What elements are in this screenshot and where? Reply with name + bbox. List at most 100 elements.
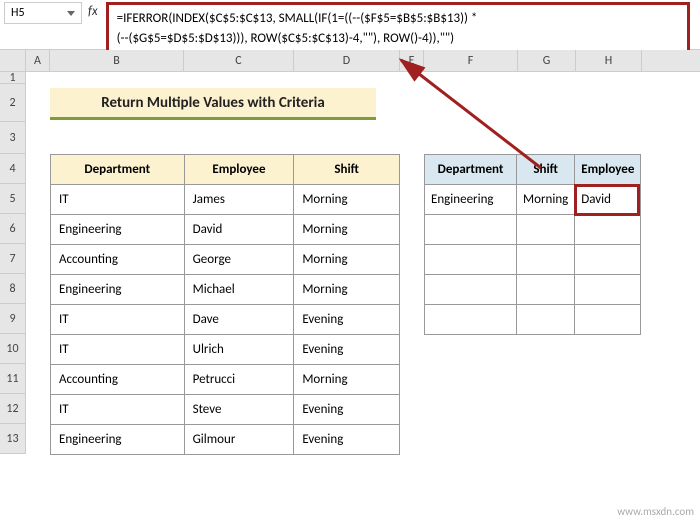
cell[interactable]: Engineering bbox=[51, 215, 185, 245]
table-row[interactable]: EngineeringMorningDavid bbox=[425, 185, 641, 215]
cell[interactable]: IT bbox=[51, 185, 185, 215]
table-row[interactable]: EngineeringGilmourEvening bbox=[51, 425, 400, 455]
cell[interactable] bbox=[425, 305, 517, 335]
table-row[interactable]: ITSteveEvening bbox=[51, 395, 400, 425]
grid-area: 1 2 3 4 5 6 7 8 9 10 11 12 13 Return Mul… bbox=[0, 72, 700, 454]
table-row[interactable]: ITUlrichEvening bbox=[51, 335, 400, 365]
cell[interactable]: Morning bbox=[294, 185, 400, 215]
cell[interactable] bbox=[517, 305, 575, 335]
lookup-table: Department Shift Employee EngineeringMor… bbox=[424, 154, 641, 335]
cell[interactable]: David bbox=[575, 185, 641, 215]
th-lookup-employee: Employee bbox=[575, 155, 641, 185]
cell[interactable]: Evening bbox=[294, 305, 400, 335]
row-header-3[interactable]: 3 bbox=[0, 122, 25, 154]
name-box[interactable]: H5 bbox=[4, 2, 82, 24]
row-header-6[interactable]: 6 bbox=[0, 214, 25, 244]
th-lookup-shift: Shift bbox=[517, 155, 575, 185]
row-header-7[interactable]: 7 bbox=[0, 244, 25, 274]
column-headers: A B C D E F G H bbox=[0, 50, 700, 72]
table-row[interactable] bbox=[425, 215, 641, 245]
table-row[interactable]: AccountingPetrucciMorning bbox=[51, 365, 400, 395]
cell[interactable]: Evening bbox=[294, 335, 400, 365]
table-row[interactable] bbox=[425, 275, 641, 305]
cell[interactable]: IT bbox=[51, 305, 185, 335]
col-header-e[interactable]: E bbox=[400, 50, 424, 71]
cell[interactable]: IT bbox=[51, 395, 185, 425]
cell[interactable]: IT bbox=[51, 335, 185, 365]
cell[interactable]: Evening bbox=[294, 395, 400, 425]
formula-bar[interactable]: =IFERROR(INDEX($C$5:$C$13, SMALL(IF(1=((… bbox=[106, 2, 690, 55]
col-header-d[interactable]: D bbox=[294, 50, 400, 71]
cell[interactable]: David bbox=[184, 215, 294, 245]
formula-text-1: =IFERROR(INDEX($C$5:$C$13, SMALL(IF(1=((… bbox=[117, 9, 679, 29]
formula-text-2: (--($G$5=$D$5:$D$13))), ROW($C$5:$C$13)-… bbox=[117, 29, 679, 49]
col-header-g[interactable]: G bbox=[518, 50, 576, 71]
row-header-10[interactable]: 10 bbox=[0, 334, 25, 364]
table-row[interactable]: EngineeringDavidMorning bbox=[51, 215, 400, 245]
cell[interactable]: Petrucci bbox=[184, 365, 294, 395]
cell[interactable]: Ulrich bbox=[184, 335, 294, 365]
row-header-4[interactable]: 4 bbox=[0, 154, 25, 184]
watermark: www.msxdn.com bbox=[617, 505, 694, 518]
chevron-down-icon[interactable] bbox=[67, 11, 75, 16]
table-row[interactable]: ITJamesMorning bbox=[51, 185, 400, 215]
table-row[interactable] bbox=[425, 245, 641, 275]
col-header-a[interactable]: A bbox=[26, 50, 50, 71]
worksheet: A B C D E F G H 1 2 3 4 5 6 7 8 9 10 11 … bbox=[0, 50, 700, 454]
row-header-2[interactable]: 2 bbox=[0, 84, 25, 122]
cell[interactable]: George bbox=[184, 245, 294, 275]
row-header-9[interactable]: 9 bbox=[0, 304, 25, 334]
cell[interactable]: Morning bbox=[294, 365, 400, 395]
cell[interactable]: Dave bbox=[184, 305, 294, 335]
fx-group: fx =IFERROR(INDEX($C$5:$C$13, SMALL(IF(1… bbox=[86, 0, 700, 57]
th-employee: Employee bbox=[184, 155, 294, 185]
table-row[interactable]: ITDaveEvening bbox=[51, 305, 400, 335]
cell[interactable]: Morning bbox=[294, 275, 400, 305]
th-department: Department bbox=[51, 155, 185, 185]
formula-bar-row: H5 fx =IFERROR(INDEX($C$5:$C$13, SMALL(I… bbox=[0, 0, 700, 50]
cell[interactable]: Engineering bbox=[425, 185, 517, 215]
cell[interactable] bbox=[517, 245, 575, 275]
cell[interactable] bbox=[575, 245, 641, 275]
data-table: Department Employee Shift ITJamesMorning… bbox=[50, 154, 400, 455]
cell[interactable] bbox=[425, 215, 517, 245]
col-header-c[interactable]: C bbox=[184, 50, 294, 71]
cell[interactable]: Accounting bbox=[51, 245, 185, 275]
cell[interactable]: James bbox=[184, 185, 294, 215]
cell[interactable] bbox=[517, 275, 575, 305]
cell[interactable]: Engineering bbox=[51, 275, 185, 305]
table-row[interactable]: EngineeringMichaelMorning bbox=[51, 275, 400, 305]
table-row[interactable] bbox=[425, 305, 641, 335]
cell[interactable] bbox=[425, 245, 517, 275]
col-header-h[interactable]: H bbox=[576, 50, 642, 71]
name-box-value: H5 bbox=[11, 6, 25, 20]
cell[interactable]: Steve bbox=[184, 395, 294, 425]
cell[interactable] bbox=[575, 275, 641, 305]
cell[interactable] bbox=[575, 305, 641, 335]
cell[interactable] bbox=[517, 215, 575, 245]
col-header-f[interactable]: F bbox=[424, 50, 518, 71]
row-header-12[interactable]: 12 bbox=[0, 394, 25, 424]
cell[interactable] bbox=[425, 275, 517, 305]
cell[interactable]: Accounting bbox=[51, 365, 185, 395]
th-lookup-department: Department bbox=[425, 155, 517, 185]
row-header-5[interactable]: 5 bbox=[0, 184, 25, 214]
cell[interactable] bbox=[575, 215, 641, 245]
cells-area[interactable]: Return Multiple Values with Criteria Dep… bbox=[26, 72, 700, 454]
cell[interactable]: Evening bbox=[294, 425, 400, 455]
select-all-corner[interactable] bbox=[0, 50, 26, 71]
col-header-b[interactable]: B bbox=[50, 50, 184, 71]
cell[interactable]: Morning bbox=[517, 185, 575, 215]
table-row[interactable]: AccountingGeorgeMorning bbox=[51, 245, 400, 275]
cell[interactable]: Morning bbox=[294, 215, 400, 245]
cell[interactable]: Engineering bbox=[51, 425, 185, 455]
row-header-13[interactable]: 13 bbox=[0, 424, 25, 454]
cell[interactable]: Gilmour bbox=[184, 425, 294, 455]
row-header-11[interactable]: 11 bbox=[0, 364, 25, 394]
fx-icon[interactable]: fx bbox=[88, 4, 98, 19]
cell[interactable]: Michael bbox=[184, 275, 294, 305]
th-shift: Shift bbox=[294, 155, 400, 185]
row-header-1[interactable]: 1 bbox=[0, 72, 25, 84]
row-header-8[interactable]: 8 bbox=[0, 274, 25, 304]
cell[interactable]: Morning bbox=[294, 245, 400, 275]
